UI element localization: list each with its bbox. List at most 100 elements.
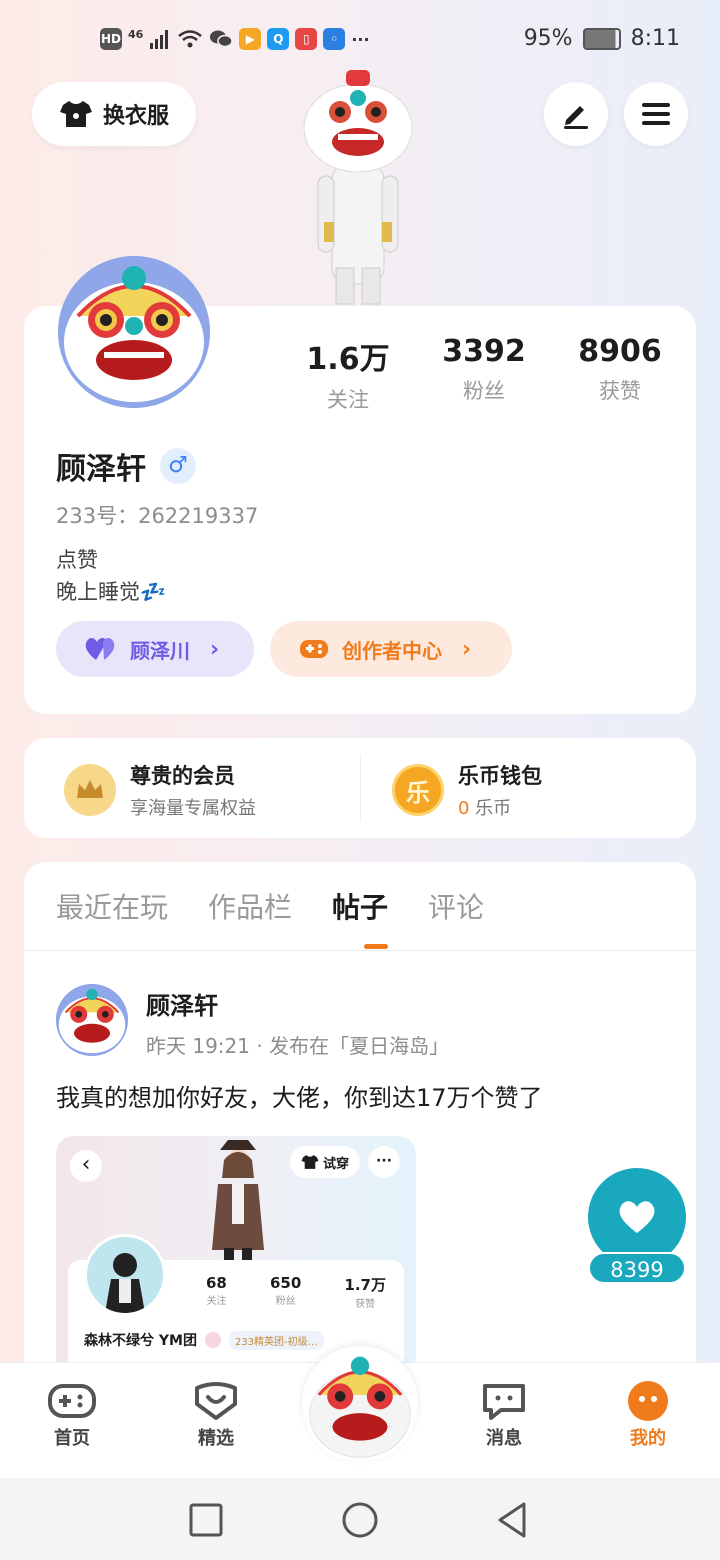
female-gender-icon (204, 1332, 221, 1348)
avatar-3d-figure[interactable] (296, 68, 420, 308)
lion-dance-avatar-image (58, 256, 210, 408)
stat-followers[interactable]: 3392 粉丝 (424, 334, 544, 405)
nav-messages[interactable]: 消息 (454, 1380, 554, 1450)
friend-pill-button[interactable]: 顾泽川 › (56, 621, 254, 677)
battery-icon (582, 27, 621, 50)
signal-type: 46 (128, 27, 144, 41)
heart-link-icon (85, 638, 115, 660)
post-author-name[interactable]: 顾泽轩 (146, 986, 218, 1021)
post-text[interactable]: 我真的想加你好友，大佬，你到达17万个赞了 (56, 1078, 543, 1113)
profile-tabs: 最近在玩 作品栏 帖子 评论 (56, 886, 484, 926)
tshirt-icon (59, 101, 92, 127)
search-app-icon: Q (267, 28, 290, 50)
tab-posts[interactable]: 帖子 (332, 886, 388, 926)
nav-me-label: 我的 (630, 1428, 666, 1449)
wifi-icon (178, 30, 203, 48)
profile-bio: 点赞 晚上睡觉💤 (56, 544, 166, 608)
menu-button[interactable] (624, 82, 688, 146)
message-icon (483, 1384, 525, 1420)
friend-pill-label: 顾泽川 (130, 638, 190, 663)
gamepad-icon (300, 640, 328, 658)
clock: 8:11 (630, 26, 680, 51)
system-nav-bar (0, 1478, 720, 1560)
wallet-balance: 0 乐币 (458, 794, 542, 820)
vip-member-entry[interactable]: 尊贵的会员 享海量专属权益 (64, 760, 256, 820)
recent-apps-icon[interactable] (188, 1502, 224, 1538)
nav-messages-label: 消息 (486, 1428, 522, 1449)
followers-label: 粉丝 (463, 379, 505, 403)
status-right: 95% 8:11 (524, 26, 680, 51)
heart-icon (619, 1201, 655, 1233)
lion-dance-avatar-image (302, 1346, 418, 1462)
bulb-app-icon: ◦ (323, 28, 346, 50)
change-outfit-button[interactable]: 换衣服 (32, 82, 196, 146)
likes-count: 8906 (578, 334, 662, 369)
heart-chat-icon (195, 1382, 237, 1420)
wallet-entry[interactable]: 乐 乐币钱包 0 乐币 (392, 760, 542, 820)
post-author-avatar[interactable] (56, 984, 128, 1056)
tab-recently-played[interactable]: 最近在玩 (56, 886, 168, 926)
back-arrow-icon: ‹ (70, 1150, 102, 1182)
following-label: 关注 (327, 388, 369, 412)
bio-line-2: 晚上睡觉💤 (56, 580, 167, 604)
nav-featured-label: 精选 (198, 1428, 234, 1449)
vip-subtitle: 享海量专属权益 (130, 798, 256, 819)
shot-stats: 68 关注 650 粉丝 1.7万 获赞 (206, 1274, 386, 1310)
nav-home[interactable]: 首页 (22, 1380, 122, 1450)
status-left: HD 46 ▶ Q ▯ ◦ ··· (100, 28, 370, 50)
shot-followers-label: 粉丝 (275, 1296, 296, 1307)
battery-percent: 95% (523, 26, 573, 51)
followers-count: 3392 (442, 334, 526, 369)
likes-label: 获赞 (599, 379, 641, 403)
shot-user-name: 森林不绿兮 YM团 (84, 1333, 197, 1349)
shot-likes-label: 获赞 (355, 1299, 376, 1310)
signal-icon (150, 30, 169, 49)
chevron-right-icon: › (462, 636, 472, 662)
shot-badge: 233精英团-初级… (228, 1330, 324, 1350)
profile-avatar[interactable] (58, 256, 210, 408)
menu-icon (642, 103, 670, 125)
more-notifications: ··· (351, 29, 370, 49)
shot-followers: 650 (269, 1274, 302, 1292)
tab-comments[interactable]: 评论 (428, 886, 484, 926)
profile-name: 顾泽轩 (56, 452, 146, 487)
creator-center-button[interactable]: 创作者中心 › (270, 621, 512, 677)
lion-dance-avatar-image (56, 984, 128, 1056)
stat-following[interactable]: 1.6万 关注 (288, 334, 408, 414)
video-app-icon: ▶ (239, 28, 262, 50)
nav-featured[interactable]: 精选 (166, 1380, 266, 1450)
profile-name-row: 顾泽轩 ♂ (56, 444, 196, 488)
shot-avatar (84, 1234, 166, 1316)
try-on-chip: 试穿 (290, 1146, 360, 1178)
nav-me[interactable]: 我的 (598, 1380, 698, 1450)
back-triangle-icon[interactable] (494, 1500, 530, 1540)
vip-title: 尊贵的会员 (130, 764, 235, 788)
user-id[interactable]: 233号：262219337 (56, 500, 258, 530)
wallet-unit: 乐币 (469, 798, 512, 819)
active-tab-indicator (364, 944, 388, 949)
character-figure-image (212, 1140, 264, 1262)
tabs-divider (24, 950, 696, 951)
nav-center-avatar[interactable] (302, 1346, 418, 1462)
like-count: 8399 (588, 1252, 686, 1284)
book-app-icon: ▯ (295, 28, 318, 50)
shot-user-row: 森林不绿兮 YM团 233精英团-初级… (84, 1330, 324, 1350)
pen-icon (564, 106, 588, 129)
me-icon (628, 1381, 668, 1421)
edit-profile-button[interactable] (544, 82, 608, 146)
wechat-icon (210, 30, 234, 48)
shot-following: 68 (206, 1274, 227, 1292)
bio-line-1: 点赞 (56, 548, 98, 572)
post-image[interactable]: ‹ 试穿 ··· 68 关注 650 粉丝 1.7万 获赞 森林不绿兮 YM团 233… (56, 1136, 416, 1376)
hd-badge: HD (100, 28, 122, 50)
try-on-label: 试穿 (322, 1156, 349, 1172)
wallet-amount: 0 (458, 798, 470, 819)
stat-likes[interactable]: 8906 获赞 (560, 334, 680, 405)
creator-center-label: 创作者中心 (342, 638, 442, 663)
post-meta: 昨天 19:21 · 发布在「夏日海岛」 (146, 1034, 450, 1058)
crown-icon (64, 764, 116, 816)
tab-works[interactable]: 作品栏 (208, 886, 292, 926)
home-circle-icon[interactable] (340, 1500, 380, 1540)
coin-icon: 乐 (392, 764, 444, 816)
wallet-title: 乐币钱包 (458, 764, 542, 788)
